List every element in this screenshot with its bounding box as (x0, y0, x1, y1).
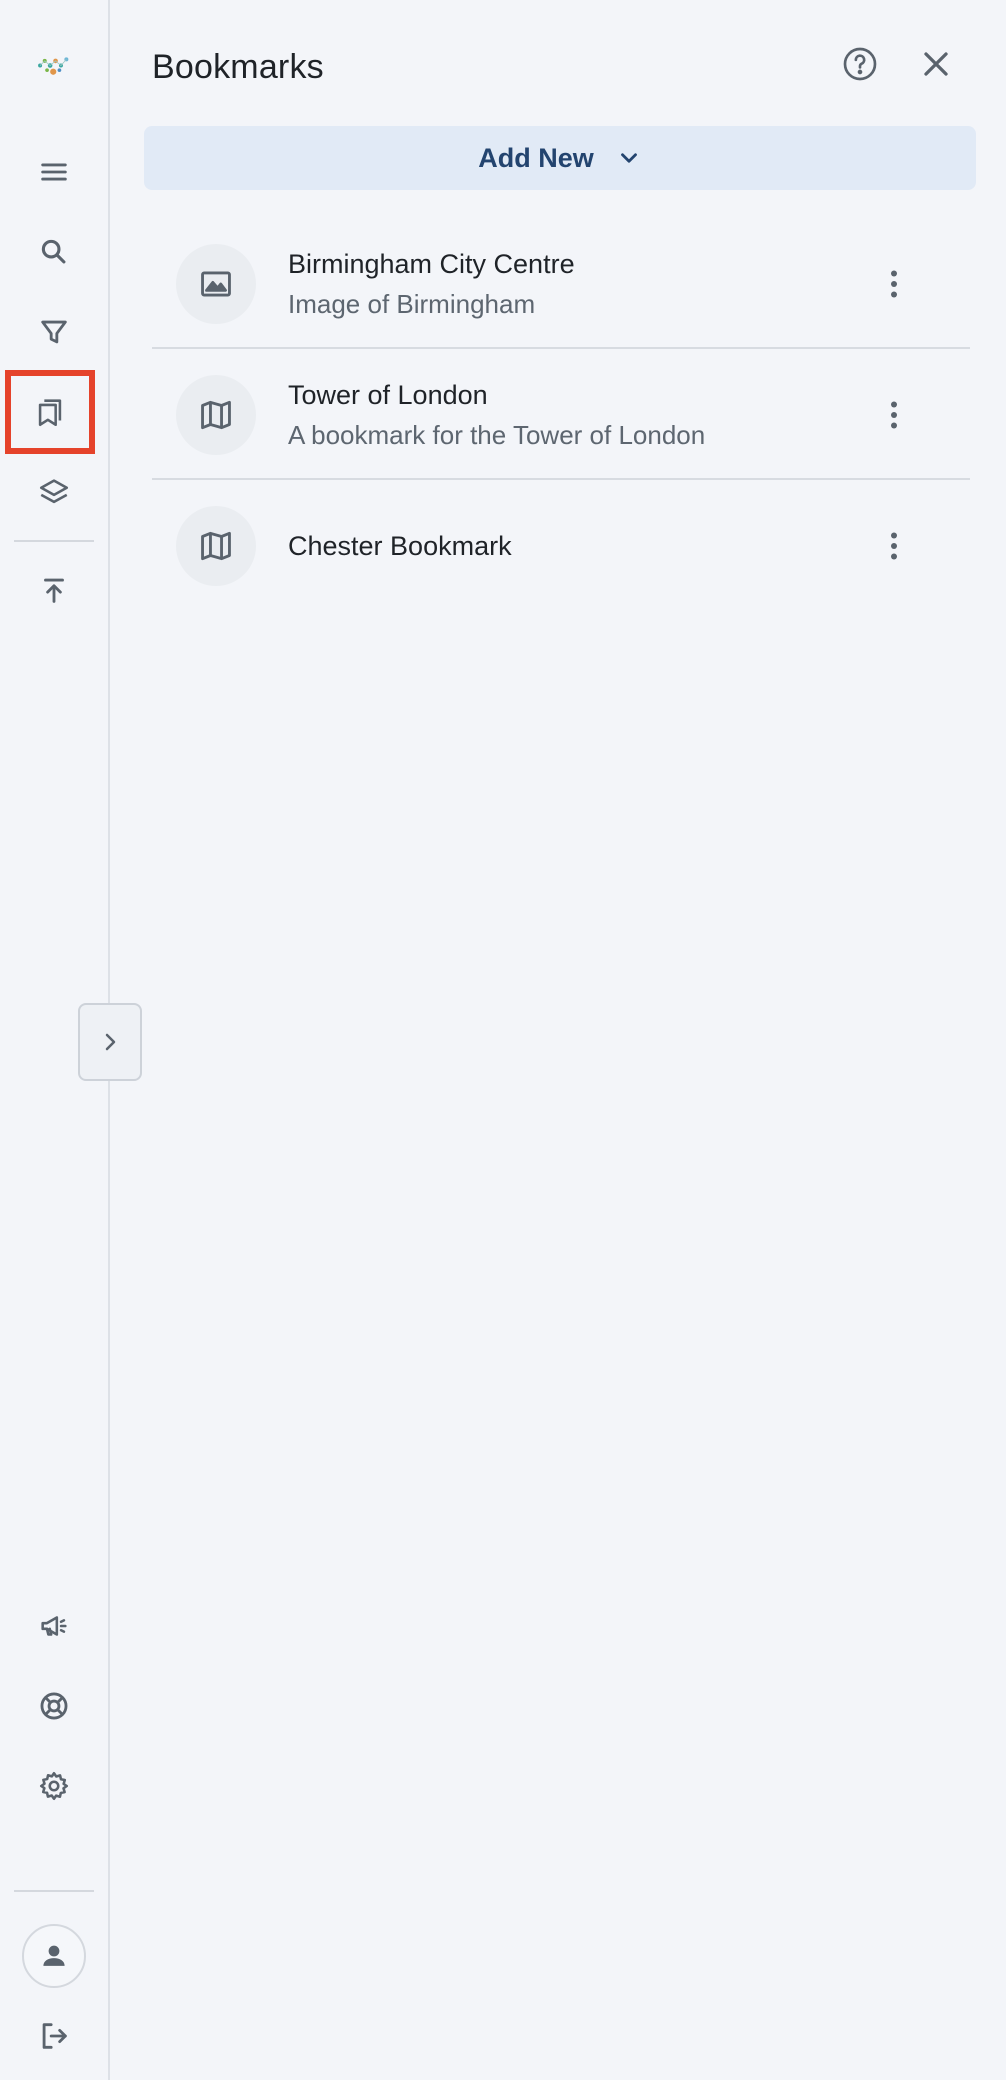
more-vertical-icon (891, 270, 897, 298)
chevron-down-icon (620, 153, 637, 163)
chevron-right-icon (105, 1033, 116, 1051)
bookmarks-panel: Bookmarks Add New Birmingham City Centre… (112, 0, 1006, 2080)
map-icon (176, 506, 256, 586)
bookmark-item[interactable]: Chester Bookmark (152, 480, 970, 611)
close-button[interactable] (912, 40, 960, 88)
page-title: Bookmarks (152, 48, 324, 86)
map-icon (176, 375, 256, 455)
logout-icon[interactable] (14, 1996, 94, 2076)
announcement-icon[interactable] (14, 1586, 94, 1666)
add-new-label: Add New (478, 142, 594, 173)
layers-icon[interactable] (14, 452, 94, 532)
export-icon[interactable] (14, 550, 94, 630)
image-icon (176, 244, 256, 324)
bookmark-title: Tower of London (288, 380, 488, 410)
bookmark-more-button[interactable] (874, 526, 914, 566)
help-circle-icon (843, 47, 877, 81)
bookmarks-icon[interactable] (5, 370, 95, 454)
account-icon[interactable] (22, 1924, 86, 1988)
logo-icon[interactable] (14, 24, 94, 104)
help-button[interactable] (836, 40, 884, 88)
rail-divider (14, 1890, 94, 1892)
bookmark-list: Birmingham City Centre Image of Birmingh… (152, 218, 970, 611)
bookmark-more-button[interactable] (874, 264, 914, 304)
bookmark-item[interactable]: Birmingham City Centre Image of Birmingh… (152, 218, 970, 349)
app-window: Bookmarks Add New Birmingham City Centre… (0, 0, 1006, 2080)
bookmark-title: Birmingham City Centre (288, 249, 575, 279)
close-icon (924, 52, 948, 76)
rail-divider (14, 540, 94, 542)
bookmark-more-button[interactable] (874, 395, 914, 435)
more-vertical-icon (891, 401, 897, 429)
bookmark-title: Chester Bookmark (288, 531, 512, 561)
menu-icon[interactable] (14, 132, 94, 212)
bookmark-item[interactable]: Tower of London A bookmark for the Tower… (152, 349, 970, 480)
add-new-button[interactable]: Add New (144, 126, 976, 190)
settings-icon[interactable] (14, 1746, 94, 1826)
bookmark-description: A bookmark for the Tower of London (288, 420, 706, 450)
help-support-icon[interactable] (14, 1666, 94, 1746)
filter-icon[interactable] (14, 292, 94, 372)
more-vertical-icon (891, 532, 897, 560)
search-icon[interactable] (14, 212, 94, 292)
bookmark-description: Image of Birmingham (288, 289, 536, 319)
expand-panel-button[interactable] (78, 1003, 142, 1081)
